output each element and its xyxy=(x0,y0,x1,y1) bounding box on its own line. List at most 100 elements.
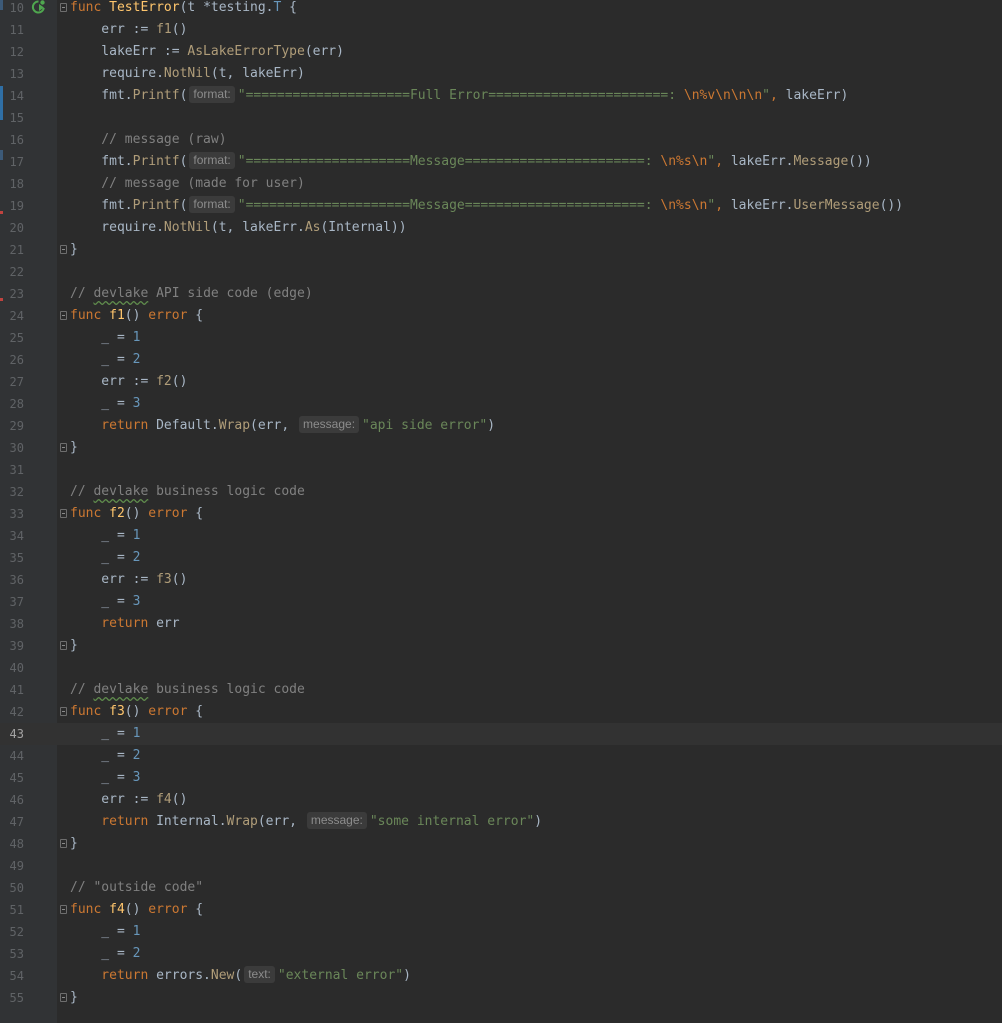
code-line[interactable]: 25 _ = 1 xyxy=(0,327,1002,349)
code-line[interactable]: 15 xyxy=(0,107,1002,129)
code-line[interactable]: 23 // devlake API side code (edge) xyxy=(0,283,1002,305)
code-line[interactable]: 40 xyxy=(0,657,1002,679)
line-number: 11 xyxy=(9,23,24,37)
code-line[interactable]: 53 _ = 2 xyxy=(0,943,1002,965)
line-number: 35 xyxy=(9,551,24,565)
code-line[interactable]: 34 _ = 1 xyxy=(0,525,1002,547)
fold-icon[interactable] xyxy=(60,509,67,518)
line-number: 50 xyxy=(9,881,24,895)
code-token: { xyxy=(281,0,297,15)
code-line[interactable]: 22 xyxy=(0,261,1002,283)
code-line[interactable]: 28 _ = 3 xyxy=(0,393,1002,415)
code-line[interactable]: 19 fmt.Printf(format: "==================… xyxy=(0,195,1002,217)
code-text: _ = 3 xyxy=(70,393,140,415)
code-text: err := f4() xyxy=(70,789,187,811)
line-number: 22 xyxy=(9,265,24,279)
code-text: _ = 2 xyxy=(70,349,140,371)
code-line[interactable]: 17 fmt.Printf(format: "==================… xyxy=(0,151,1002,173)
line-number: 39 xyxy=(9,639,24,653)
code-line[interactable]: 47 return Internal.Wrap(err, message: "so… xyxy=(0,811,1002,833)
line-number: 34 xyxy=(9,529,24,543)
code-token: f1 xyxy=(109,308,125,323)
code-line[interactable]: 14 fmt.Printf(format: "==================… xyxy=(0,85,1002,107)
fold-icon[interactable] xyxy=(60,245,67,254)
code-line[interactable]: 41 // devlake business logic code xyxy=(0,679,1002,701)
code-line[interactable]: 52 _ = 1 xyxy=(0,921,1002,943)
code-line[interactable]: 13 require.NotNil(t, lakeErr) xyxy=(0,63,1002,85)
code-text: return errors.New(text: "external error") xyxy=(70,965,411,987)
code-line[interactable]: 38 return err xyxy=(0,613,1002,635)
code-token: _ = xyxy=(70,528,133,543)
code-line[interactable]: 46 err := f4() xyxy=(0,789,1002,811)
code-line[interactable]: 36 err := f3() xyxy=(0,569,1002,591)
code-token: () xyxy=(171,792,188,807)
line-number: 32 xyxy=(9,485,24,499)
line-number: 10 xyxy=(9,1,24,15)
code-token: func xyxy=(70,902,110,917)
code-line[interactable]: 43 _ = 1 xyxy=(0,723,1002,745)
code-line[interactable]: 24 func f1() error { xyxy=(0,305,1002,327)
code-text: _ = 3 xyxy=(70,591,140,613)
fold-icon[interactable] xyxy=(60,443,67,452)
code-line[interactable]: 42 func f3() error { xyxy=(0,701,1002,723)
code-token: { xyxy=(187,704,204,719)
code-token: , xyxy=(715,198,724,213)
fold-icon[interactable] xyxy=(60,641,67,650)
code-token: func xyxy=(70,0,110,15)
code-token: f2 xyxy=(109,506,125,521)
fold-icon[interactable] xyxy=(60,993,67,1002)
code-token: lakeErr. xyxy=(723,198,794,213)
code-line[interactable]: 31 xyxy=(0,459,1002,481)
line-number: 26 xyxy=(9,353,24,367)
run-test-icon[interactable] xyxy=(31,0,47,15)
code-token: } xyxy=(70,242,78,257)
code-line[interactable]: 12 lakeErr := AsLakeErrorType(err) xyxy=(0,41,1002,63)
fold-icon[interactable] xyxy=(60,905,67,914)
code-line[interactable]: 21} xyxy=(0,239,1002,261)
code-line[interactable]: 51 func f4() error { xyxy=(0,899,1002,921)
code-lines[interactable]: 10 func TestError(t *testing.T {11 err :=… xyxy=(0,0,1002,1009)
code-text: func f1() error { xyxy=(70,305,203,327)
code-line[interactable]: 33 func f2() error { xyxy=(0,503,1002,525)
code-line[interactable]: 39} xyxy=(0,635,1002,657)
code-token: , xyxy=(715,154,724,169)
fold-icon[interactable] xyxy=(60,839,67,848)
code-text: lakeErr := AsLakeErrorType(err) xyxy=(70,41,344,63)
fold-icon[interactable] xyxy=(60,311,67,320)
code-token: _ = xyxy=(70,396,133,411)
line-number: 44 xyxy=(9,749,24,763)
fold-icon[interactable] xyxy=(60,707,67,716)
code-editor[interactable]: 10 func TestError(t *testing.T {11 err :=… xyxy=(0,0,1002,1023)
code-token: err := xyxy=(70,22,157,37)
code-line[interactable]: 50 // "outside code" xyxy=(0,877,1002,899)
code-line[interactable]: 48} xyxy=(0,833,1002,855)
code-line[interactable]: 29 return Default.Wrap(err, message: "api… xyxy=(0,415,1002,437)
code-line[interactable]: 45 _ = 3 xyxy=(0,767,1002,789)
fold-icon[interactable] xyxy=(60,3,67,12)
code-line[interactable]: 16 // message (raw) xyxy=(0,129,1002,151)
code-line[interactable]: 35 _ = 2 xyxy=(0,547,1002,569)
code-token: "=====================Message===========… xyxy=(237,198,661,213)
code-line[interactable]: 49 xyxy=(0,855,1002,877)
code-line[interactable]: 32 // devlake business logic code xyxy=(0,481,1002,503)
code-line[interactable]: 44 _ = 2 xyxy=(0,745,1002,767)
code-line[interactable]: 20 require.NotNil(t, lakeErr.As(Internal… xyxy=(0,217,1002,239)
line-number: 52 xyxy=(9,925,24,939)
code-line[interactable]: 27 err := f2() xyxy=(0,371,1002,393)
code-line[interactable]: 54 return errors.New(text: "external erro… xyxy=(0,965,1002,987)
line-number: 31 xyxy=(9,463,24,477)
code-token: return xyxy=(70,616,157,631)
parameter-hint: message: xyxy=(306,812,367,829)
code-text: require.NotNil(t, lakeErr) xyxy=(70,63,305,85)
code-token: lakeErr) xyxy=(777,88,849,103)
code-token: ( xyxy=(179,154,188,169)
code-line[interactable]: 11 err := f1() xyxy=(0,19,1002,41)
code-line[interactable]: 55} xyxy=(0,987,1002,1009)
code-token: return xyxy=(70,418,157,433)
code-line[interactable]: 10 func TestError(t *testing.T { xyxy=(0,0,1002,19)
line-number: 15 xyxy=(9,111,24,125)
code-line[interactable]: 30} xyxy=(0,437,1002,459)
code-line[interactable]: 37 _ = 3 xyxy=(0,591,1002,613)
code-line[interactable]: 26 _ = 2 xyxy=(0,349,1002,371)
code-line[interactable]: 18 // message (made for user) xyxy=(0,173,1002,195)
